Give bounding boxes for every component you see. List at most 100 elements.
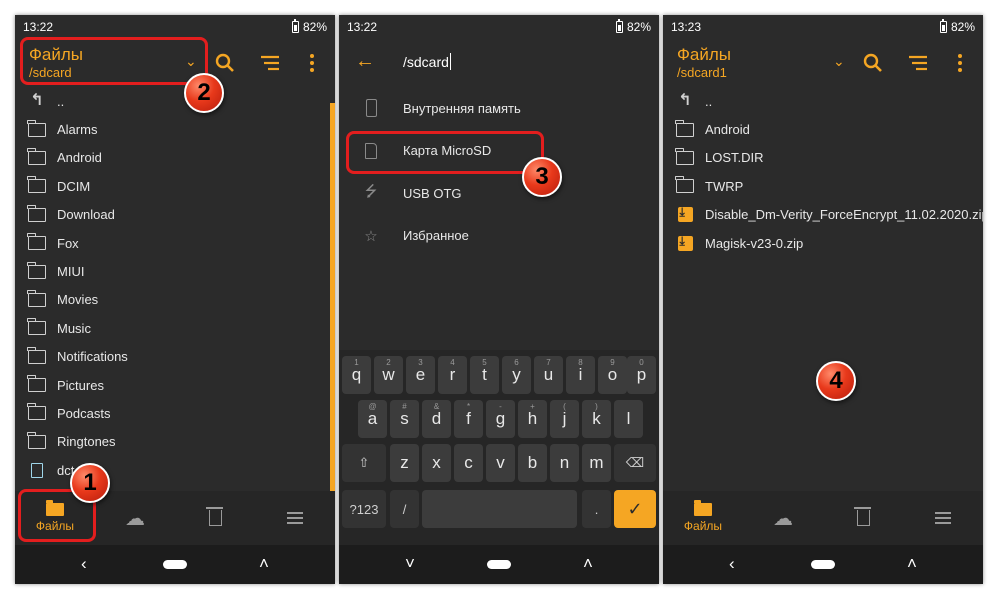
list-item[interactable]: DCIM	[15, 172, 335, 200]
key[interactable]: ) k	[582, 400, 611, 438]
key[interactable]: 1q	[342, 356, 371, 394]
list-item[interactable]: LOST.DIR	[663, 144, 983, 172]
list-item[interactable]: Movies	[15, 286, 335, 314]
key[interactable]: # s	[390, 400, 419, 438]
key[interactable]: v	[486, 444, 515, 482]
item-label: Alarms	[57, 122, 98, 138]
list-item[interactable]: dct	[15, 456, 335, 484]
back-nav-icon[interactable]: ‹	[729, 554, 735, 574]
search-icon[interactable]	[213, 51, 237, 75]
search-icon[interactable]	[861, 51, 885, 75]
slash-key[interactable]: /	[390, 490, 419, 528]
item-label: Android	[705, 122, 750, 138]
list-item[interactable]: Android	[663, 115, 983, 143]
nav-files[interactable]: Файлы	[663, 491, 743, 545]
battery-icon	[291, 19, 299, 33]
zip-archive-icon	[677, 234, 693, 251]
chevron-up-icon[interactable]: ˄	[583, 554, 593, 574]
back-nav-icon[interactable]: ‹	[81, 554, 87, 574]
list-item[interactable]: Ringtones	[15, 428, 335, 456]
list-item[interactable]: Alarms	[15, 115, 335, 143]
list-item[interactable]: Android	[15, 144, 335, 172]
key[interactable]: 0p	[627, 356, 656, 394]
key[interactable]: n	[550, 444, 579, 482]
key[interactable]: 8i	[566, 356, 595, 394]
key[interactable]: 3e	[406, 356, 435, 394]
folder-icon	[27, 176, 46, 194]
more-vert-icon[interactable]	[300, 51, 324, 75]
parent-dir-icon: ↰	[30, 92, 44, 110]
chevron-down-icon[interactable]: ˅	[405, 554, 415, 574]
chevron-up-icon[interactable]: ˄	[907, 554, 917, 574]
sort-icon[interactable]	[906, 51, 930, 75]
highlight-path-dropdown	[20, 37, 208, 85]
nav-cloud[interactable]: ☁	[743, 491, 823, 545]
nav-menu[interactable]	[255, 491, 335, 545]
list-item[interactable]: Music	[15, 314, 335, 342]
key[interactable]: b	[518, 444, 547, 482]
path-input[interactable]	[403, 54, 603, 70]
key[interactable]: 5t	[470, 356, 499, 394]
key[interactable]: 2w	[374, 356, 403, 394]
key[interactable]: m	[582, 444, 611, 482]
list-item-parent[interactable]: ↰..	[663, 87, 983, 115]
item-label: Music	[57, 320, 91, 336]
app-title[interactable]: Файлы	[677, 45, 731, 65]
folder-icon	[27, 431, 46, 449]
list-item[interactable]: TWRP	[663, 172, 983, 200]
battery-level: 82%	[302, 20, 327, 34]
nav-menu[interactable]	[903, 491, 983, 545]
list-item[interactable]: MIUI	[15, 257, 335, 285]
storage-internal[interactable]: Внутренняя память	[339, 87, 659, 130]
nav-cloud[interactable]: ☁	[95, 491, 175, 545]
key[interactable]: -g	[486, 400, 515, 438]
chevron-down-icon[interactable]: ⌄	[833, 53, 845, 70]
list-item[interactable]: Download	[15, 201, 335, 229]
list-item-parent[interactable]: ↰..	[15, 87, 335, 115]
list-item[interactable]: Notifications	[15, 343, 335, 371]
key[interactable]: z	[390, 444, 419, 482]
file-list: ↰.. Android LOST.DIR TWRP Disable_Dm-Ver…	[663, 87, 983, 257]
backspace-key[interactable]: ⌫	[614, 444, 656, 482]
nav-trash[interactable]	[823, 491, 903, 545]
key[interactable]: 4r	[438, 356, 467, 394]
key[interactable]: x	[422, 444, 451, 482]
folder-icon	[27, 346, 46, 364]
key[interactable]: c	[454, 444, 483, 482]
more-vert-icon[interactable]	[948, 51, 972, 75]
key[interactable]: (j	[550, 400, 579, 438]
key[interactable]: @ a	[358, 400, 387, 438]
item-label: ..	[705, 93, 713, 109]
shift-key[interactable]: ⇧	[342, 444, 386, 482]
list-item[interactable]: Pictures	[15, 371, 335, 399]
storage-usb-otg[interactable]: ⭍ USB OTG	[339, 172, 659, 215]
key[interactable]: & d	[422, 400, 451, 438]
key[interactable]: 7u	[534, 356, 563, 394]
status-bar: 13:23 82%	[663, 15, 983, 39]
current-path[interactable]: /sdcard1	[677, 65, 727, 80]
nav-trash[interactable]	[175, 491, 255, 545]
highlight-microsd	[346, 131, 544, 174]
list-item[interactable]: Fox	[15, 229, 335, 257]
key[interactable]: 6y	[502, 356, 531, 394]
scrollbar[interactable]	[330, 103, 335, 498]
list-item[interactable]: Disable_Dm-Verity_ForceEncrypt_11.02.202…	[663, 201, 983, 229]
home-pill-icon[interactable]	[163, 560, 187, 569]
home-pill-icon[interactable]	[811, 560, 835, 569]
list-item[interactable]: Magisk-v23-0.zip	[663, 229, 983, 257]
key[interactable]: 9o	[598, 356, 627, 394]
sort-icon[interactable]	[258, 51, 282, 75]
key[interactable]: + h	[518, 400, 547, 438]
storage-favorites[interactable]: ☆ Избранное	[339, 215, 659, 258]
dot-key[interactable]: .	[582, 490, 611, 528]
key[interactable]: * f	[454, 400, 483, 438]
back-arrow-icon[interactable]: ←	[355, 50, 375, 73]
home-pill-icon[interactable]	[487, 560, 511, 569]
enter-key[interactable]: ✓	[614, 490, 656, 528]
space-key[interactable]	[422, 490, 577, 528]
chevron-up-icon[interactable]: ˄	[259, 554, 269, 574]
item-label: ..	[57, 93, 65, 109]
list-item[interactable]: Podcasts	[15, 399, 335, 427]
symbols-key[interactable]: ?123	[342, 490, 386, 528]
key[interactable]: l	[614, 400, 643, 438]
